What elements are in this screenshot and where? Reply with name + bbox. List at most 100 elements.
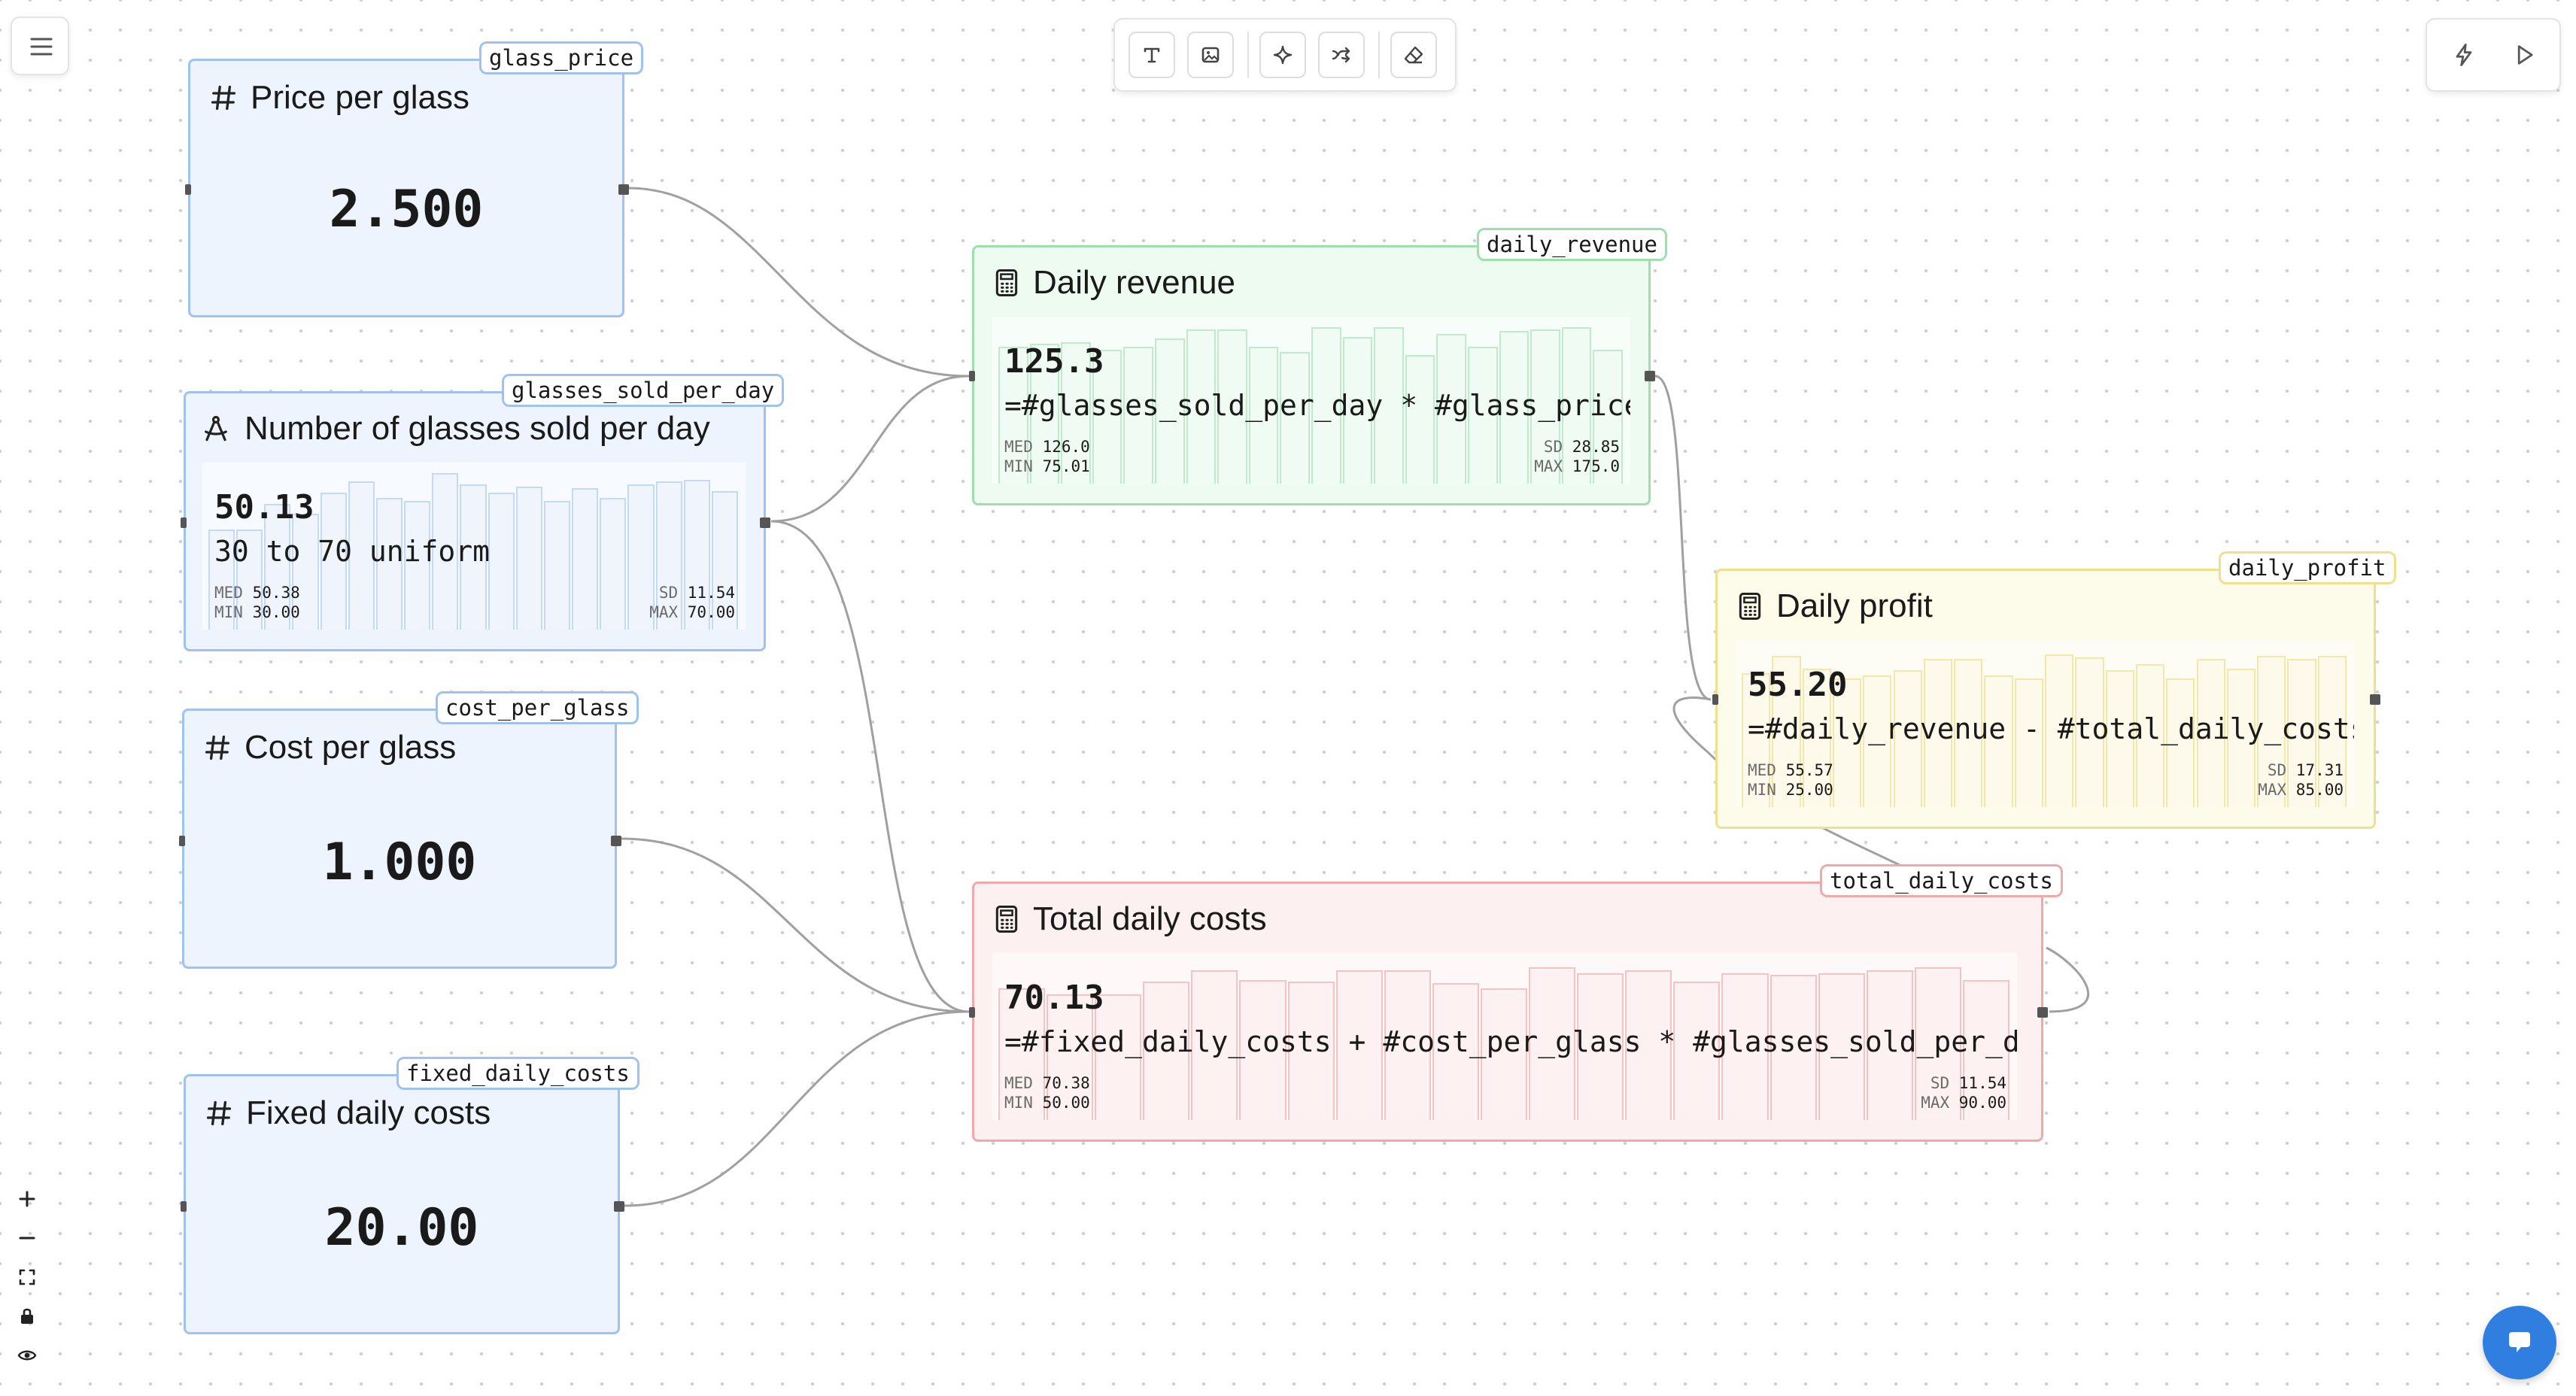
stat-label: MIN (1004, 1094, 1033, 1112)
stat-label: SD (1543, 438, 1563, 456)
node-variable-tag: total_daily_costs (1820, 864, 2063, 897)
eraser-tool-button[interactable] (1390, 32, 1437, 78)
stat-label: MAX (1534, 457, 1563, 475)
output-port[interactable] (760, 517, 770, 528)
histogram-bar (600, 498, 627, 630)
stat-median: 55.57 (1785, 761, 1833, 779)
node-title-text: Cost per glass (245, 729, 457, 766)
node-title: Price per glass (210, 79, 469, 117)
main-toolbar (1113, 18, 1457, 92)
lightning-icon (2456, 44, 2472, 66)
node-title: Daily revenue (994, 264, 1235, 302)
stat-label: MIN (1004, 457, 1033, 475)
input-port[interactable] (181, 517, 187, 528)
stat-min: 50.00 (1042, 1094, 1090, 1112)
input-port[interactable] (969, 371, 975, 381)
stat-label: MIN (214, 603, 243, 621)
stats-left: MED 126.0 MIN 75.01 (1004, 437, 1090, 476)
output-port[interactable] (1645, 371, 1655, 381)
zoom-in-button[interactable] (14, 1185, 41, 1212)
chat-bubble-icon (2509, 1332, 2530, 1352)
visibility-button[interactable] (14, 1342, 41, 1369)
node-glass-price[interactable]: glass_price Price per glass 2.500 (185, 41, 644, 317)
image-icon (1201, 47, 1220, 63)
output-port[interactable] (618, 184, 629, 195)
fit-view-button[interactable] (14, 1264, 41, 1291)
lock-icon (21, 1308, 33, 1324)
run-simulation-button[interactable] (2501, 32, 2547, 78)
histogram-bar (572, 488, 599, 630)
node-fixed-daily-costs[interactable]: fixed_daily_costs Fixed daily costs 20.0… (181, 1057, 639, 1334)
eraser-icon (1404, 46, 1423, 64)
stat-sd: 17.31 (2295, 761, 2344, 779)
histogram-bar (543, 501, 571, 630)
ai-tool-button[interactable] (1259, 32, 1306, 78)
edge-glasses-sold-to-total-costs (770, 520, 970, 1013)
distribution-formula[interactable]: 30 to 70 uniform (214, 535, 490, 568)
sparkle-icon (1273, 45, 1293, 65)
stats-left: MED 55.57 MIN 25.00 (1748, 760, 1833, 800)
output-port[interactable] (614, 1201, 624, 1212)
lock-button[interactable] (14, 1303, 41, 1330)
run-toolbar (2426, 18, 2561, 92)
stat-label: MAX (649, 603, 679, 621)
node-daily-revenue[interactable]: daily_revenue Daily revenue 125.3 =#glas… (969, 228, 1667, 505)
node-title: Total daily costs (994, 900, 1267, 938)
distribution-formula[interactable]: =#glasses_sold_per_day * #glass_price (1004, 389, 1630, 422)
stat-sd: 11.54 (1958, 1074, 2006, 1092)
node-value[interactable]: 2.500 (190, 180, 622, 239)
connect-tool-button[interactable] (1318, 32, 1365, 78)
fit-view-icon (19, 1269, 35, 1285)
input-port[interactable] (1712, 694, 1718, 705)
stat-label: MAX (1921, 1094, 1950, 1112)
node-total-daily-costs[interactable]: total_daily_costs Total daily costs 70.1… (969, 864, 2063, 1142)
stats-right: SD 28.85 MAX 175.0 (1534, 437, 1620, 476)
input-port[interactable] (969, 1007, 975, 1018)
calculator-icon (1739, 593, 1761, 620)
plus-icon (19, 1191, 35, 1207)
shuffle-icon (1332, 47, 1350, 63)
distribution-panel: 55.20 =#daily_revenue - #total_daily_cos… (1736, 640, 2354, 807)
stat-median: 50.38 (252, 584, 300, 602)
node-cost-per-glass[interactable]: cost_per_glass Cost per glass 1.000 (179, 691, 639, 969)
text-tool-button[interactable] (1129, 32, 1175, 78)
distribution-mean: 55.20 (1748, 666, 1848, 704)
node-title-text: Price per glass (251, 79, 470, 116)
node-title: Fixed daily costs (205, 1094, 491, 1132)
hash-icon (206, 1100, 232, 1126)
minus-icon (19, 1237, 35, 1240)
node-variable-tag: daily_profit (2219, 551, 2396, 584)
edge-daily-revenue-to-daily-profit (1654, 375, 1712, 701)
distribution-mean: 70.13 (1004, 979, 1104, 1017)
menu-button[interactable] (11, 17, 69, 75)
edge-glasses-sold-to-daily-revenue (770, 375, 970, 523)
stat-label: MED (1748, 761, 1776, 779)
node-value[interactable]: 20.00 (186, 1198, 618, 1258)
node-glasses-sold-per-day[interactable]: glasses_sold_per_day Number of glasses s… (181, 374, 785, 651)
distribution-formula[interactable]: =#daily_revenue - #total_daily_costs (1748, 712, 2354, 745)
node-title: Number of glasses sold per day (201, 410, 710, 448)
stat-min: 75.01 (1042, 457, 1090, 475)
distribution-formula[interactable]: =#fixed_daily_costs + #cost_per_glass * … (1004, 1025, 2017, 1058)
stat-median: 70.38 (1042, 1074, 1090, 1092)
edge-glass-price-to-daily-revenue (627, 187, 970, 378)
output-port[interactable] (2370, 694, 2380, 705)
hash-icon (205, 735, 230, 760)
quick-run-button[interactable] (2441, 32, 2487, 78)
output-port[interactable] (611, 836, 621, 846)
image-tool-button[interactable] (1187, 32, 1234, 78)
zoom-out-button[interactable] (14, 1225, 41, 1252)
chat-button[interactable] (2483, 1306, 2556, 1379)
input-port[interactable] (181, 1201, 187, 1212)
input-port[interactable] (185, 184, 191, 195)
node-daily-profit[interactable]: daily_profit Daily profit 55.20 =#daily_… (1712, 551, 2396, 829)
stats-right: SD 11.54 MAX 90.00 (1921, 1073, 2006, 1112)
input-port[interactable] (179, 836, 185, 846)
node-variable-tag: glass_price (479, 41, 644, 74)
stat-label: MED (1004, 438, 1033, 456)
node-value[interactable]: 1.000 (184, 833, 615, 892)
output-port[interactable] (2037, 1007, 2048, 1018)
stat-label: SD (658, 584, 679, 602)
stat-min: 25.00 (1785, 781, 1833, 799)
stat-min: 30.00 (252, 603, 300, 621)
